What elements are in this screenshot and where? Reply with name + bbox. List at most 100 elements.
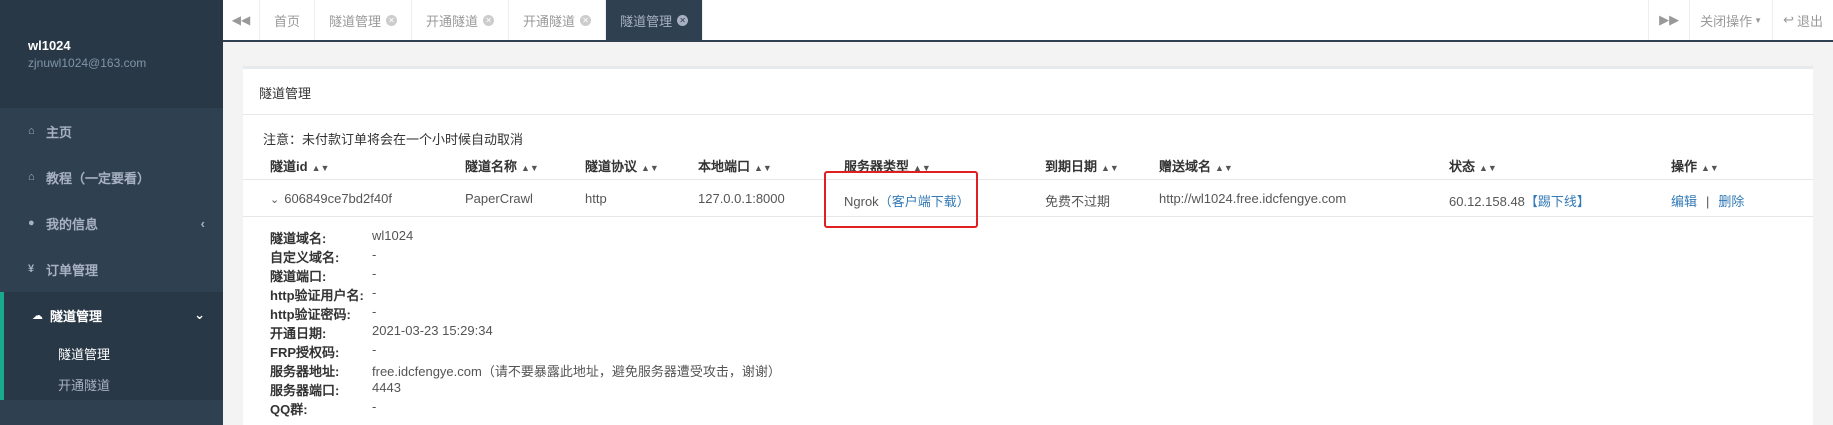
detail-value: 2021-03-23 15:29:34 (372, 323, 493, 338)
sidebar: wl1024 zjnuwl1024@163.com ⌂ 主页 ⌂ 教程（一定要看… (0, 0, 223, 425)
col-header-domain[interactable]: 赠送域名 ▲▼ (1159, 156, 1233, 175)
detail-row: 隧道端口: - (270, 266, 781, 285)
logout-button[interactable]: ↩ 退出 (1772, 0, 1833, 40)
detail-label: 隧道域名: (270, 231, 327, 246)
highlight-box (824, 171, 978, 228)
tab-tunnel-manage-active[interactable]: 隧道管理 ✕ (606, 0, 704, 40)
sidebar-item-label: 我的信息 (46, 216, 99, 232)
username: wl1024 (28, 38, 71, 53)
cell-expiry: 免费不过期 (1045, 194, 1111, 209)
col-label: 状态 (1449, 159, 1476, 174)
tunnel-id: 606849ce7bd2f40f (284, 191, 392, 206)
delete-link[interactable]: 删除 (1718, 194, 1744, 209)
detail-label: 隧道端口: (270, 269, 327, 284)
detail-row: 开通日期: 2021-03-23 15:29:34 (270, 323, 781, 342)
detail-row: QQ群: - (270, 399, 781, 418)
submenu-item-tunnel-manage[interactable]: 隧道管理 (4, 338, 223, 369)
double-chevron-right-icon: ▶▶ (1659, 12, 1680, 27)
chevron-left-icon: ‹ (200, 215, 205, 231)
detail-value: 4443 (372, 380, 401, 395)
tab-label: 开通隧道 (426, 13, 479, 29)
col-header-status[interactable]: 状态 ▲▼ (1449, 156, 1497, 175)
col-header-name[interactable]: 隧道名称 ▲▼ (465, 156, 539, 175)
tab-open-tunnel[interactable]: 开通隧道 ✕ (412, 0, 510, 40)
detail-value: - (372, 285, 377, 300)
tab-tunnel-manage[interactable]: 隧道管理 ✕ (315, 0, 413, 40)
cloud-icon: ☁ (32, 309, 43, 322)
sidebar-item-tunnels[interactable]: ☁ 隧道管理 ⌄ (0, 292, 223, 338)
col-label: 隧道名称 (465, 159, 518, 174)
tab-bar: ◀◀ 首页 隧道管理 ✕ 开通隧道 ✕ 开通隧道 ✕ 隧道管理 ✕ ▶▶ 关闭操作 ▼ ↩… (223, 0, 1833, 42)
close-icon[interactable]: ✕ (580, 14, 592, 26)
sidebar-item-label: 主页 (46, 124, 73, 140)
detail-value: - (372, 247, 377, 262)
user-icon: ● (28, 217, 35, 229)
col-label: 赠送域名 (1159, 159, 1212, 174)
sidebar-item-tutorial[interactable]: ⌂ 教程（一定要看） (0, 154, 223, 200)
sidebar-item-label: 隧道管理 (50, 308, 103, 324)
detail-row: 服务器地址: free.idcfengye.com（请不要暴露此地址，避免服务器遭… (270, 361, 781, 380)
detail-label: 自定义域名: (270, 250, 340, 265)
status-ip: 60.12.158.48 (1449, 194, 1525, 209)
tab-label: 首页 (274, 13, 301, 29)
sort-icon: ▲▼ (1701, 163, 1719, 173)
detail-label: http验证密码: (270, 307, 351, 322)
kick-offline-link[interactable]: 【踢下线】 (1525, 194, 1590, 209)
cell-name: PaperCrawl (465, 191, 533, 206)
close-icon[interactable]: ✕ (677, 14, 689, 26)
detail-label: FRP授权码: (270, 345, 340, 360)
panel-title: 隧道管理 (243, 69, 1813, 115)
sidebar-item-orders[interactable]: ¥ 订单管理 (0, 246, 223, 292)
tab-open-tunnel-2[interactable]: 开通隧道 ✕ (509, 0, 607, 40)
col-label: 操作 (1671, 159, 1698, 174)
col-header-id[interactable]: 隧道id ▲▼ (270, 156, 329, 175)
sidebar-item-my-info[interactable]: ● 我的信息 ‹ (0, 200, 223, 246)
cell-status: 60.12.158.48【踢下线】 (1449, 191, 1590, 210)
tab-home[interactable]: 首页 (260, 0, 316, 40)
user-email: zjnuwl1024@163.com (28, 56, 147, 70)
detail-value: - (372, 304, 377, 319)
caret-down-icon: ▼ (1754, 15, 1763, 25)
detail-label: 服务器地址: (270, 364, 340, 379)
col-header-local-port[interactable]: 本地端口 ▲▼ (698, 156, 772, 175)
col-header-actions[interactable]: 操作 ▲▼ (1671, 156, 1719, 175)
sort-icon: ▲▼ (1215, 163, 1233, 173)
detail-row: 服务器端口: 4443 (270, 380, 781, 399)
edit-link[interactable]: 编辑 (1671, 194, 1697, 209)
sort-icon: ▲▼ (1101, 163, 1119, 173)
tab-bar-right: ▶▶ 关闭操作 ▼ ↩ 退出 (1648, 0, 1833, 40)
tunnel-details: 隧道域名: wl1024 自定义域名: - 隧道端口: - http验证用户名: - h… (270, 228, 781, 418)
detail-row: 自定义域名: - (270, 247, 781, 266)
action-separator: | (1706, 194, 1710, 209)
col-header-expiry[interactable]: 到期日期 ▲▼ (1045, 156, 1119, 175)
close-icon[interactable]: ✕ (483, 14, 495, 26)
close-ops-label: 关闭操作 (1700, 13, 1753, 29)
detail-value: - (372, 266, 377, 281)
sort-icon: ▲▼ (1479, 163, 1497, 173)
close-ops-dropdown[interactable]: 关闭操作 ▼ (1689, 0, 1772, 40)
notice-text: 注意：未付款订单将会在一个小时候自动取消 (263, 132, 524, 147)
tab-label: 隧道管理 (620, 13, 673, 29)
logout-icon: ↩ (1783, 12, 1794, 27)
home-icon: ⌂ (28, 171, 35, 183)
sort-icon: ▲▼ (641, 163, 659, 173)
chevron-down-icon[interactable]: ⌄ (270, 194, 279, 206)
sort-icon: ▲▼ (521, 163, 539, 173)
double-chevron-left-icon: ◀◀ (231, 13, 251, 27)
sidebar-item-home[interactable]: ⌂ 主页 (0, 108, 223, 154)
close-icon[interactable]: ✕ (386, 14, 398, 26)
tab-label: 开通隧道 (523, 13, 576, 29)
cell-id[interactable]: ⌄ 606849ce7bd2f40f (270, 191, 392, 206)
tunnel-panel: 隧道管理 注意：未付款订单将会在一个小时候自动取消 隧道id ▲▼ 隧道名称 ▲▼ … (243, 66, 1813, 425)
submenu-item-open-tunnel[interactable]: 开通隧道 (4, 369, 223, 400)
scroll-right-button[interactable]: ▶▶ (1648, 0, 1689, 40)
sort-icon: ▲▼ (311, 163, 330, 173)
col-label: 隧道id (270, 159, 308, 174)
scroll-left-button[interactable]: ◀◀ (223, 0, 260, 40)
detail-label: QQ群: (270, 402, 308, 417)
tab-label: 隧道管理 (329, 13, 382, 29)
chevron-down-icon: ⌄ (194, 307, 205, 322)
sort-icon: ▲▼ (754, 163, 772, 173)
col-header-protocol[interactable]: 隧道协议 ▲▼ (585, 156, 659, 175)
user-profile[interactable]: wl1024 zjnuwl1024@163.com (0, 0, 223, 108)
